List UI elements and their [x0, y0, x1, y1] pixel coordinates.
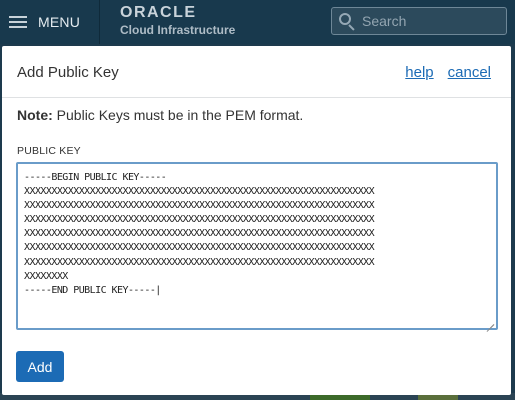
menu-label: MENU: [38, 14, 81, 30]
brand-subtitle: Cloud Infrastructure: [120, 23, 236, 37]
dialog-title: Add Public Key: [17, 64, 119, 81]
search-input[interactable]: [362, 13, 502, 29]
dialog-links: help cancel: [391, 64, 491, 81]
dialog-header: Add Public Key help cancel: [2, 46, 511, 98]
pem-format-note: Note: Public Keys must be in the PEM for…: [17, 107, 303, 123]
search-icon: [338, 12, 356, 31]
oracle-logo[interactable]: ORACLE Cloud Infrastructure: [120, 4, 236, 37]
brand-name: ORACLE: [120, 4, 197, 21]
resize-grip-icon[interactable]: [486, 318, 495, 332]
note-label: Note:: [17, 107, 53, 123]
public-key-label: PUBLIC KEY: [17, 145, 81, 157]
public-key-textarea[interactable]: -----BEGIN PUBLIC KEY----- XXXXXXXXXXXXX…: [16, 162, 498, 332]
search-box[interactable]: [331, 7, 507, 35]
note-text: Public Keys must be in the PEM format.: [52, 107, 304, 123]
menu-button[interactable]: MENU: [0, 0, 100, 44]
help-link[interactable]: help: [405, 64, 433, 81]
cancel-link[interactable]: cancel: [448, 64, 491, 81]
add-public-key-dialog: Add Public Key help cancel Note: Public K…: [2, 46, 511, 395]
hamburger-icon: [9, 15, 27, 29]
add-button[interactable]: Add: [16, 351, 64, 382]
public-key-value[interactable]: -----BEGIN PUBLIC KEY----- XXXXXXXXXXXXX…: [24, 171, 486, 298]
top-bar: MENU ORACLE Cloud Infrastructure: [0, 0, 515, 44]
